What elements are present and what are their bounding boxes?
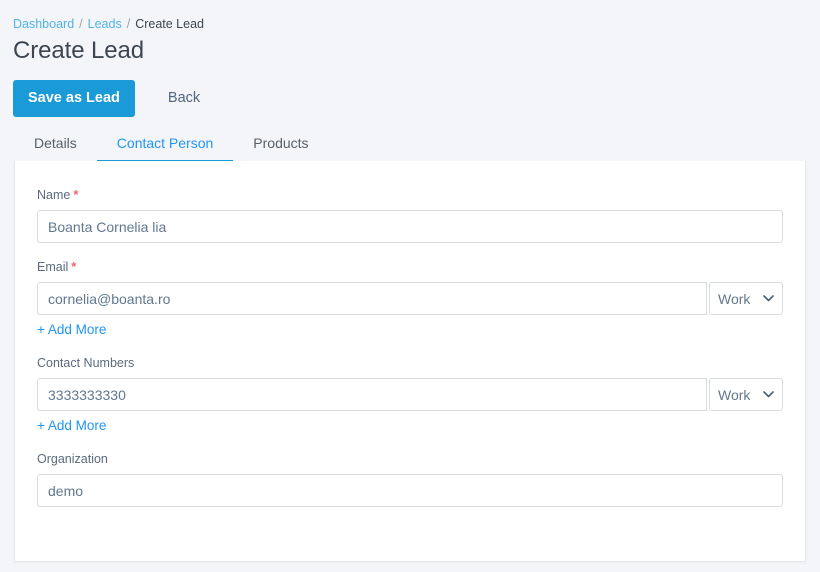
contact-person-panel: Name* Email* Work: [14, 161, 806, 562]
email-type-select[interactable]: Work: [709, 282, 783, 315]
tab-details[interactable]: Details: [14, 131, 97, 162]
action-toolbar: Save as Lead Back: [13, 80, 214, 117]
breadcrumb-separator: /: [79, 17, 83, 31]
contact-number-add-more-link[interactable]: + Add More: [37, 417, 106, 434]
breadcrumb-separator: /: [126, 17, 131, 31]
name-label-text: Name: [37, 188, 71, 202]
page-title: Create Lead: [13, 37, 144, 64]
contact-number-type-select[interactable]: Work: [709, 378, 783, 411]
email-label: Email *: [37, 259, 783, 275]
name-input[interactable]: [37, 210, 783, 243]
save-as-lead-button[interactable]: Save as Lead: [13, 80, 135, 117]
breadcrumb-link-leads[interactable]: Leads: [88, 17, 122, 31]
email-input-group: Work: [37, 282, 783, 315]
contact-number-input[interactable]: [37, 378, 707, 411]
breadcrumb-current-create-lead: Create Lead: [135, 17, 204, 31]
breadcrumb: Dashboard / Leads / Create Lead: [13, 17, 204, 32]
organization-label: Organization: [37, 452, 108, 466]
contact-number-input-group: Work: [37, 378, 783, 411]
name-required-asterisk: *: [73, 187, 79, 202]
contact-person-form: Name* Email* Work: [15, 161, 805, 507]
field-organization: Organization: [37, 451, 783, 507]
email-input[interactable]: [37, 282, 707, 315]
organization-input[interactable]: [37, 474, 783, 507]
field-email: Email* Work + Add M: [37, 259, 783, 339]
tab-contact-person[interactable]: Contact Person: [96, 131, 234, 162]
breadcrumb-link-dashboard[interactable]: Dashboard: [13, 17, 74, 31]
field-name: Name *: [37, 187, 783, 243]
field-contact-numbers: Contact Numbers Work + Add M: [37, 355, 783, 435]
contact-numbers-label: Contact Numbers: [37, 356, 135, 370]
contact-number-type-select-wrap: Work: [709, 378, 783, 411]
tab-bar: Details Contact Person Products: [14, 131, 806, 162]
email-type-select-wrap: Work: [709, 282, 783, 315]
email-required-asterisk: *: [71, 259, 77, 274]
tab-products[interactable]: Products: [233, 131, 328, 162]
email-label-text: Email: [37, 260, 69, 274]
create-lead-page: Dashboard / Leads / Create Lead Create Lead …: [0, 0, 820, 572]
back-button[interactable]: Back: [154, 80, 214, 117]
email-add-more-link[interactable]: + Add More: [37, 321, 106, 338]
name-label: Name *: [37, 187, 783, 203]
